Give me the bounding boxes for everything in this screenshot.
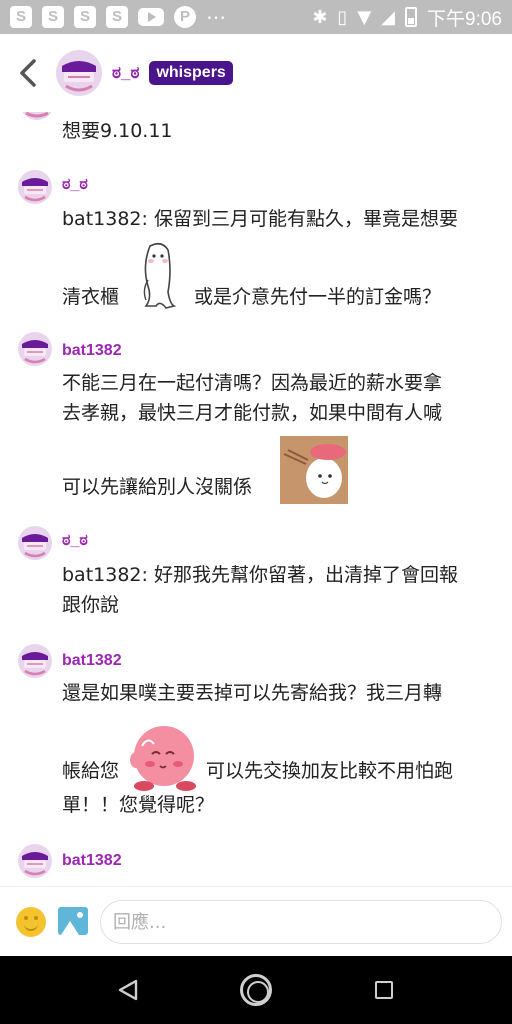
message-text: 想要9.10.11 — [62, 120, 173, 142]
more-dots-icon: ⋯ — [206, 5, 227, 29]
pinterest-icon — [174, 6, 196, 28]
youtube-icon — [138, 8, 164, 26]
message-author[interactable]: ಠ_ಠ — [62, 176, 88, 194]
avatar[interactable] — [18, 526, 52, 560]
nav-back-icon[interactable] — [116, 978, 140, 1002]
message-text: bat1382: 保留到三月可能有點久，畢竟是想要 — [62, 208, 458, 230]
signal-icon: ◢ — [381, 6, 396, 28]
shopee-bag-icon — [42, 6, 64, 28]
shopee-bag-icon — [106, 6, 128, 28]
message-author[interactable]: bat1382 — [62, 852, 122, 870]
chevron-left-icon — [20, 59, 36, 87]
message-text: 不能三月在一起付清嗎？因為最近的薪水要拿 — [62, 372, 443, 394]
whispers-badge: whispers — [149, 61, 233, 85]
message-text: 或是介意先付一半的訂金嗎？ — [194, 286, 442, 308]
reply-input[interactable] — [100, 900, 502, 944]
message-text: 帳給您 — [62, 760, 120, 782]
message-author[interactable]: bat1382 — [62, 342, 122, 360]
nav-recents-icon[interactable] — [375, 981, 393, 999]
message-author[interactable]: ಠ_ಠ — [62, 532, 88, 550]
avatar[interactable] — [18, 170, 52, 204]
nav-home-icon[interactable] — [240, 974, 272, 1006]
status-time: 下午9:06 — [427, 8, 502, 30]
avatar[interactable] — [18, 844, 52, 878]
message-list[interactable]: 想要9.10.11 ಠ_ಠ bat1382: 保留到三月可能有點久，畢竟是想要 … — [0, 112, 512, 886]
pink-blob-sticker — [130, 726, 196, 791]
avatar[interactable] — [18, 644, 52, 678]
smiley-icon[interactable] — [16, 907, 46, 937]
battery-icon — [405, 7, 418, 27]
status-bar: ⋯ ✱ ▯ ▼ ◢ 下午9:06 — [0, 0, 512, 34]
shopee-bag-icon — [74, 6, 96, 28]
bluetooth-icon: ✱ — [312, 6, 328, 28]
avatar — [22, 112, 52, 120]
image-icon[interactable] — [58, 907, 88, 935]
message-text: 可以先讓給別人沒關係 — [62, 476, 253, 498]
avatar[interactable] — [56, 50, 102, 96]
shopee-bag-icon — [10, 6, 32, 28]
reply-bar — [0, 886, 512, 956]
avatar[interactable] — [18, 332, 52, 366]
message-text: 清衣櫃 — [62, 286, 120, 308]
message-text: 單！！您覺得呢？ — [62, 794, 215, 816]
wifi-icon: ▼ — [357, 6, 372, 28]
message-text: 去孝親，最快三月才能付款，如果中間有人喊 — [62, 402, 443, 424]
ghost-sticker — [143, 242, 177, 309]
back-button[interactable] — [0, 45, 56, 101]
message-text: bat1382: 好那我先幫你留著，出清掉了會回報 — [62, 564, 458, 586]
message-author[interactable]: bat1382 — [62, 652, 122, 670]
hat-ghost-sticker — [280, 436, 348, 504]
vibrate-icon: ▯ — [337, 6, 348, 28]
message-text: 跟你說 — [62, 594, 120, 616]
header-name[interactable]: ಠ_ಠ — [112, 63, 139, 83]
chat-header: ಠ_ಠ whispers — [0, 34, 512, 112]
message-text: 還是如果噗主要丟掉可以先寄給我？我三月轉 — [62, 682, 443, 704]
message-text: 可以先交換加友比較不用怕跑 — [206, 760, 454, 782]
app-root: ⋯ ✱ ▯ ▼ ◢ 下午9:06 ಠ_ಠ whispers — [0, 0, 512, 1024]
system-nav-bar — [0, 956, 512, 1024]
